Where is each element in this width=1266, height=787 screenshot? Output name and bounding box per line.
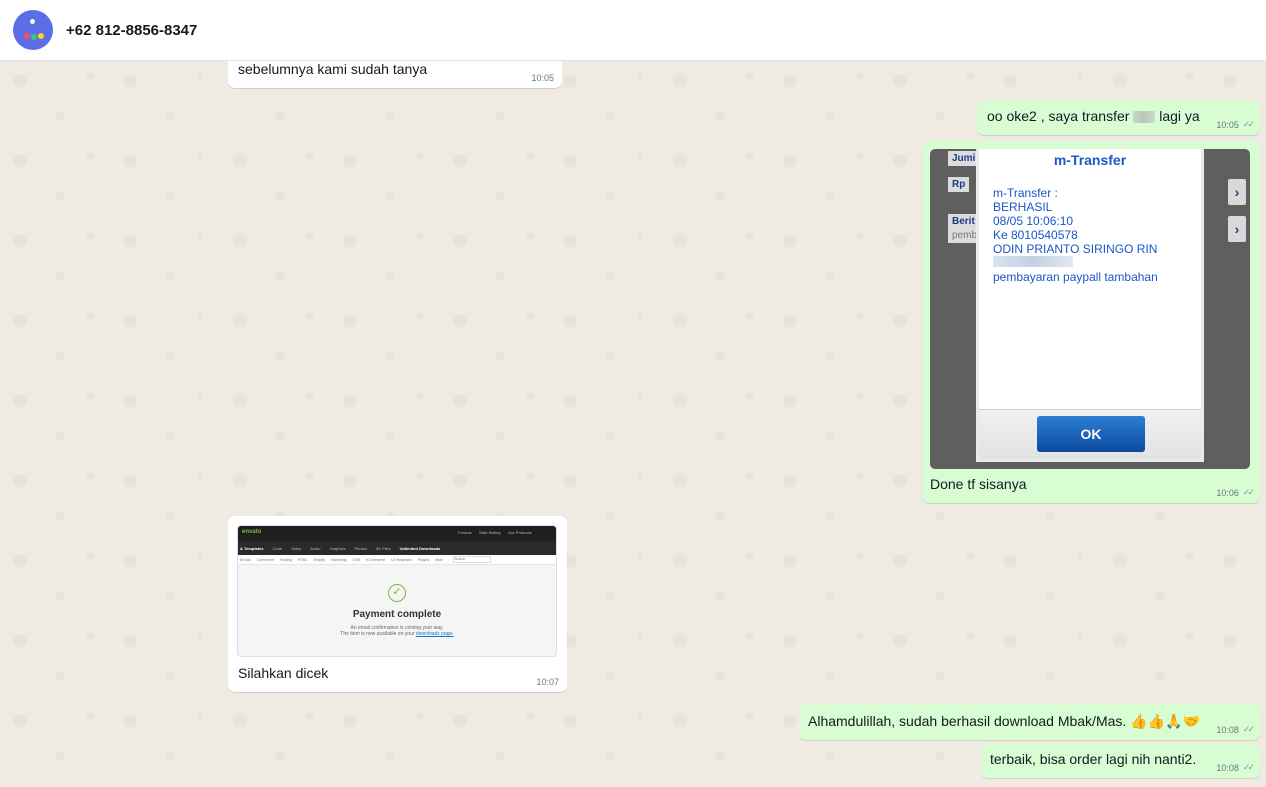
message-caption: Silahkan dicek bbox=[238, 665, 329, 681]
message-time: 10:06 ✓✓ bbox=[1216, 487, 1255, 498]
double-check-icon: ✓✓ bbox=[1242, 487, 1255, 497]
message-text: oo oke2 , saya transfer lagi ya bbox=[987, 108, 1200, 124]
avatar-dot bbox=[24, 33, 30, 39]
payment-screenshot[interactable]: envato Forums Start Selling Our Products… bbox=[237, 525, 557, 657]
double-check-icon: ✓✓ bbox=[1242, 762, 1255, 772]
double-check-icon: ✓✓ bbox=[1242, 724, 1255, 734]
chevron-right-icon: › bbox=[1228, 216, 1246, 242]
double-check-icon: ✓✓ bbox=[1242, 119, 1255, 129]
chat-area: sebelumnya kami sudah tanya 10:05 oo oke… bbox=[0, 61, 1266, 787]
site-subnav: Envato Commerce Hosting HTML Shopify Mar… bbox=[238, 555, 556, 565]
message-outgoing[interactable]: terbaik, bisa order lagi nih nanti2. 10:… bbox=[981, 743, 1260, 778]
message-text: sebelumnya kami sudah tanya bbox=[238, 61, 428, 77]
chevron-right-icon: › bbox=[1228, 179, 1246, 205]
contact-name[interactable]: +62 812-8856-8347 bbox=[66, 22, 197, 39]
message-incoming[interactable]: sebelumnya kami sudah tanya 10:05 bbox=[228, 61, 562, 88]
dialog-body: m-Transfer : BERHASIL 08/05 10:06:10 Ke … bbox=[993, 186, 1158, 284]
message-incoming-image[interactable]: envato Forums Start Selling Our Products… bbox=[228, 516, 567, 692]
message-outgoing[interactable]: Alhamdulillah, sudah berhasil download M… bbox=[799, 704, 1260, 740]
message-time: 10:08 ✓✓ bbox=[1216, 724, 1255, 735]
message-text: terbaik, bisa order lagi nih nanti2. bbox=[990, 751, 1197, 767]
site-nav: & Templates Code Video Audio Graphics Ph… bbox=[238, 541, 556, 555]
message-caption: Done tf sisanya bbox=[930, 476, 1027, 492]
chat-header: +62 812-8856-8347 bbox=[0, 0, 1266, 61]
side-label: Jumi bbox=[948, 151, 980, 166]
message-time: 10:05 ✓✓ bbox=[1216, 119, 1255, 130]
transfer-screenshot[interactable]: Jumi Rp Berit pemb › › m-Transfer m-Tran… bbox=[930, 149, 1250, 469]
dialog-title: m-Transfer bbox=[1053, 152, 1127, 168]
redacted-amount bbox=[993, 256, 1073, 267]
side-label: Rp bbox=[948, 177, 970, 192]
redacted-amount bbox=[1133, 111, 1156, 124]
payment-line: The item is now available on your downlo… bbox=[340, 631, 454, 637]
avatar-dot bbox=[31, 34, 37, 40]
dialog-footer: OK bbox=[979, 409, 1201, 459]
message-time: 10:08 ✓✓ bbox=[1216, 762, 1255, 773]
message-outgoing-image[interactable]: Jumi Rp Berit pemb › › m-Transfer m-Tran… bbox=[922, 141, 1260, 503]
message-time: 10:05 bbox=[531, 73, 554, 83]
site-logo: envato bbox=[242, 529, 262, 535]
site-search: Search bbox=[453, 556, 492, 563]
downloads-link: downloads page. bbox=[415, 631, 454, 637]
side-label: Berit bbox=[948, 214, 979, 229]
transfer-dialog: m-Transfer m-Transfer : BERHASIL 08/05 1… bbox=[976, 149, 1204, 462]
avatar-dot bbox=[30, 19, 35, 24]
message-text: Alhamdulillah, sudah berhasil download M… bbox=[808, 713, 1200, 729]
site-topbar: envato Forums Start Selling Our Products bbox=[238, 526, 556, 541]
ok-button: OK bbox=[1037, 416, 1145, 452]
message-time: 10:07 bbox=[536, 677, 559, 687]
avatar-dot bbox=[38, 33, 44, 39]
contact-avatar[interactable] bbox=[13, 10, 53, 50]
check-circle-icon: ✓ bbox=[388, 584, 406, 602]
payment-title: Payment complete bbox=[352, 609, 442, 620]
message-outgoing[interactable]: oo oke2 , saya transfer lagi ya 10:05 ✓✓ bbox=[977, 100, 1260, 135]
